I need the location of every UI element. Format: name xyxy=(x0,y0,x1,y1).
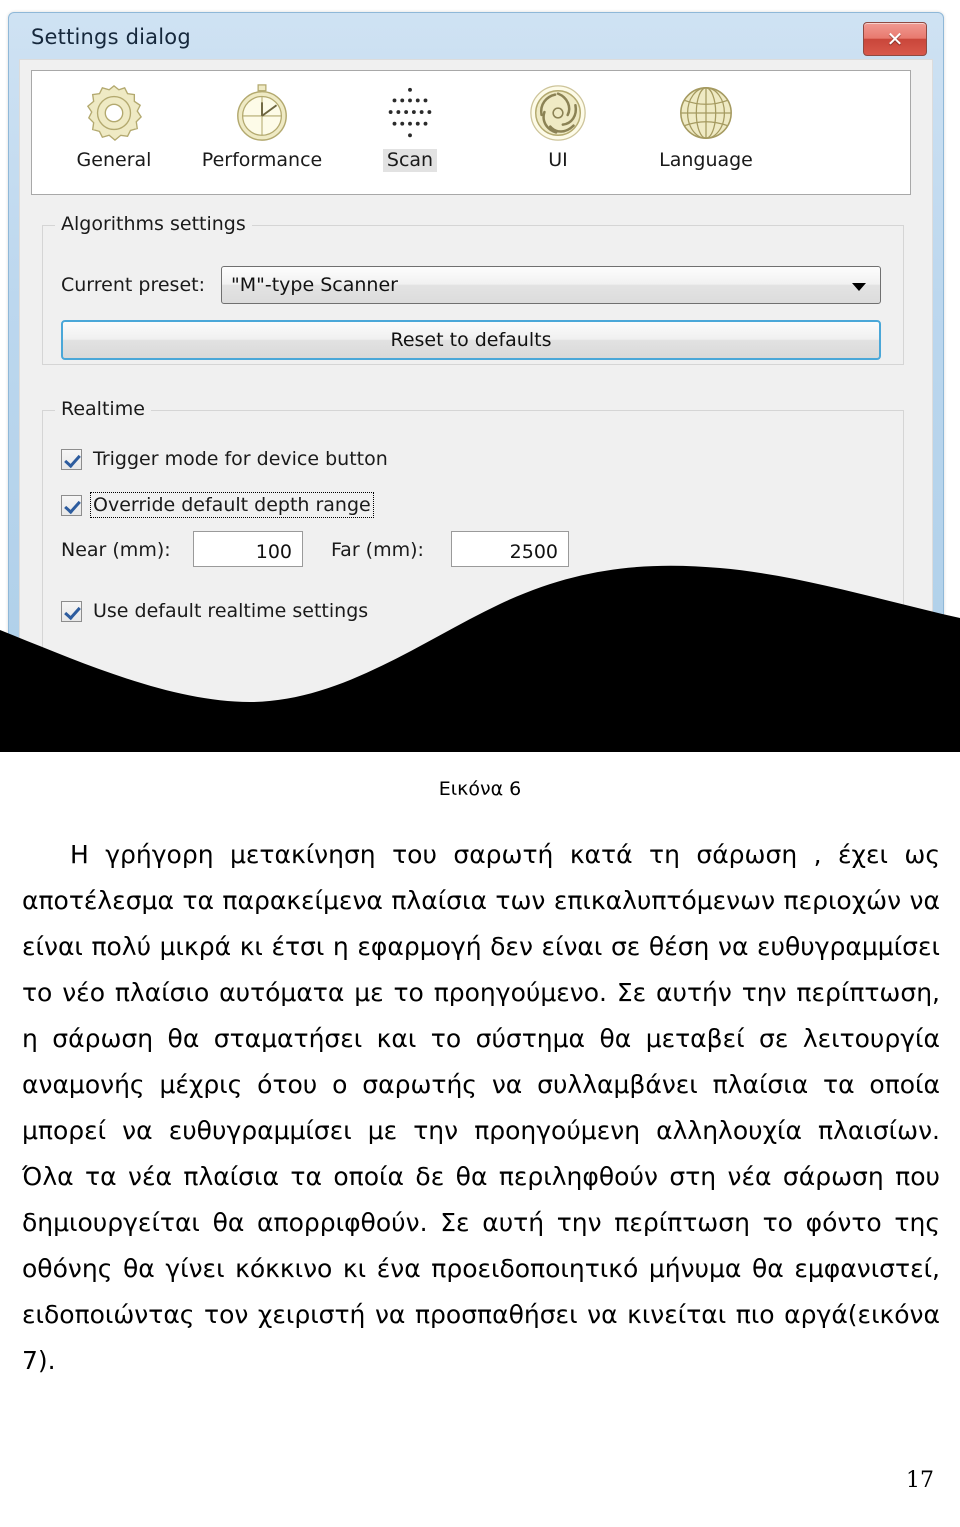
far-mm-input[interactable] xyxy=(451,531,569,567)
dot-grid-icon xyxy=(336,77,484,149)
use-default-realtime-checkbox[interactable] xyxy=(61,600,82,622)
title-bar: Settings dialog ✕ xyxy=(9,13,943,65)
figure-caption: Εικόνα 6 xyxy=(438,778,522,800)
toolbar-item-general[interactable]: General xyxy=(40,77,188,189)
current-preset-value: "M"-type Scanner xyxy=(231,274,398,296)
algorithms-group-title: Algorithms settings xyxy=(55,213,252,235)
reset-to-defaults-label: Reset to defaults xyxy=(390,329,552,351)
chevron-down-icon xyxy=(852,283,866,291)
reset-to-defaults-button[interactable]: Reset to defaults xyxy=(61,320,881,360)
body-paragraph: Η γρήγορη μετακίνηση του σαρωτή κατά τη … xyxy=(22,840,940,1375)
use-default-realtime-label: Use default realtime settings xyxy=(93,600,369,622)
page-number: 17 xyxy=(906,1468,934,1493)
override-depth-checkbox[interactable] xyxy=(61,494,82,516)
figure-screenshot: Settings dialog ✕ General Performance Sc… xyxy=(0,0,960,752)
trigger-mode-checkbox-row[interactable]: Trigger mode for device button xyxy=(61,447,390,471)
override-depth-checkbox-row[interactable]: Override default depth range xyxy=(61,492,374,518)
toolbar-label-ui: UI xyxy=(548,149,568,171)
settings-dialog-window: Settings dialog ✕ General Performance Sc… xyxy=(8,12,944,730)
toolbar-item-ui[interactable]: UI xyxy=(484,77,632,189)
toolbar-item-performance[interactable]: Performance xyxy=(188,77,336,189)
near-mm-label: Near (mm): xyxy=(61,539,171,561)
realtime-group: Realtime Trigger mode for device button … xyxy=(42,398,904,710)
far-mm-label: Far (mm): xyxy=(331,539,424,561)
aperture-icon xyxy=(484,77,632,149)
toolbar-item-scan[interactable]: Scan xyxy=(336,77,484,189)
dialog-client-area: General Performance Scan UI Language Alg… xyxy=(19,59,933,725)
current-preset-label: Current preset: xyxy=(61,274,205,296)
close-button[interactable]: ✕ xyxy=(863,22,927,56)
realtime-group-title: Realtime xyxy=(55,398,151,420)
current-preset-combobox[interactable]: "M"-type Scanner xyxy=(221,266,881,304)
toolbar-label-performance: Performance xyxy=(201,149,323,171)
close-icon: ✕ xyxy=(886,27,904,51)
trigger-mode-checkbox[interactable] xyxy=(61,448,82,470)
toolbar-label-scan: Scan xyxy=(382,149,438,172)
toolbar-item-language[interactable]: Language xyxy=(632,77,780,189)
stopwatch-icon xyxy=(188,77,336,149)
window-title: Settings dialog xyxy=(31,25,191,49)
category-toolbar: General Performance Scan UI Language xyxy=(31,70,911,195)
toolbar-label-language: Language xyxy=(659,149,753,171)
use-default-realtime-checkbox-row[interactable]: Use default realtime settings xyxy=(61,599,370,623)
globe-icon xyxy=(632,77,780,149)
override-depth-label: Override default depth range xyxy=(90,492,374,518)
toolbar-label-general: General xyxy=(76,149,152,171)
algorithms-settings-group: Algorithms settings Current preset: "M"-… xyxy=(42,213,904,365)
trigger-mode-label: Trigger mode for device button xyxy=(93,448,388,470)
gear-icon xyxy=(40,77,188,149)
near-mm-input[interactable] xyxy=(193,531,303,567)
